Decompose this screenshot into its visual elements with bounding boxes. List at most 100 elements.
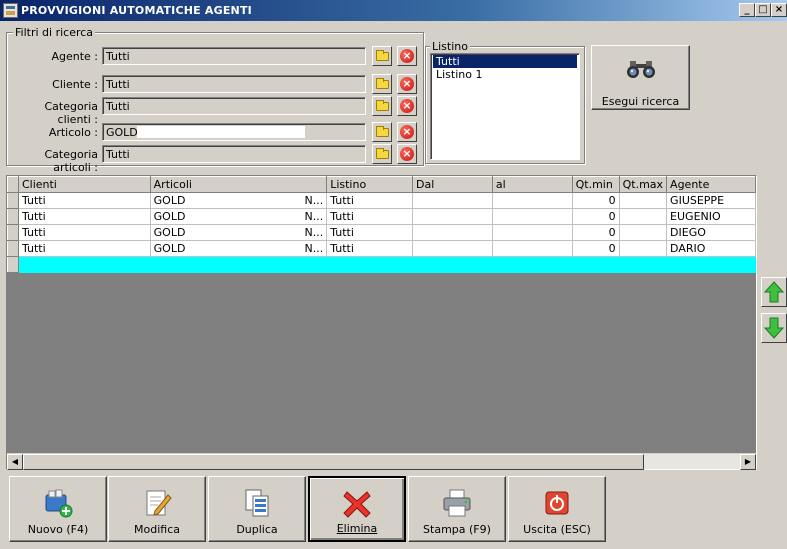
new-row-cell[interactable] xyxy=(326,256,414,273)
listino-listbox[interactable]: Tutti Listino 1 xyxy=(430,53,580,160)
table-row[interactable]: Tutti GOLD N... Tutti 0 GIUSEPPE xyxy=(7,192,756,209)
row-indicator[interactable] xyxy=(7,256,19,273)
move-up-button[interactable] xyxy=(761,277,787,307)
horizontal-scrollbar[interactable]: ◀ ▶ xyxy=(7,453,756,470)
cell-dal[interactable] xyxy=(412,224,493,241)
cell-qt-max[interactable] xyxy=(619,240,668,257)
cell-agente[interactable]: GIUSEPPE xyxy=(666,192,756,209)
column-header-al[interactable]: al xyxy=(491,176,573,193)
articolo-field[interactable]: GOLD xyxy=(102,123,366,141)
categoria-articoli-clear-button[interactable]: × xyxy=(397,144,417,164)
agente-browse-button[interactable] xyxy=(372,46,392,66)
clear-icon: × xyxy=(400,49,414,63)
stampa-button[interactable]: Stampa (F9) xyxy=(408,476,506,542)
table-row[interactable]: Tutti GOLD N... Tutti 0 EUGENIO xyxy=(7,208,756,225)
cell-agente[interactable]: DARIO xyxy=(666,240,756,257)
new-row-cell[interactable] xyxy=(150,256,328,273)
cell-qt-min[interactable]: 0 xyxy=(572,208,620,225)
new-row-cell[interactable] xyxy=(412,256,493,273)
cell-listino[interactable]: Tutti xyxy=(326,208,414,225)
cell-articoli-value: GOLD xyxy=(153,226,186,239)
new-row-cell[interactable] xyxy=(666,256,756,273)
row-indicator[interactable] xyxy=(7,208,19,225)
close-button[interactable]: × xyxy=(771,3,787,17)
modifica-button[interactable]: Modifica xyxy=(108,476,206,542)
cell-clienti[interactable]: Tutti xyxy=(18,224,151,241)
cell-al[interactable] xyxy=(492,192,573,209)
cell-agente[interactable]: DIEGO xyxy=(666,224,756,241)
cliente-browse-button[interactable] xyxy=(372,74,392,94)
cell-clienti[interactable]: Tutti xyxy=(18,208,151,225)
cell-dal[interactable] xyxy=(412,240,493,257)
elimina-button-label: Elimina xyxy=(336,522,378,535)
row-indicator[interactable] xyxy=(7,192,19,209)
cell-qt-min[interactable]: 0 xyxy=(572,224,620,241)
cell-dal[interactable] xyxy=(412,208,493,225)
duplica-button[interactable]: Duplica xyxy=(208,476,306,542)
cell-clienti[interactable]: Tutti xyxy=(18,240,151,257)
column-header-dal[interactable]: Dal xyxy=(412,176,493,193)
cell-agente[interactable]: EUGENIO xyxy=(666,208,756,225)
elimina-button[interactable]: Elimina xyxy=(308,476,406,542)
new-row-cell[interactable] xyxy=(492,256,573,273)
cell-qt-max[interactable] xyxy=(619,208,668,225)
cell-qt-max[interactable] xyxy=(619,192,668,209)
categoria-articoli-label: Categoria articoli : xyxy=(44,148,98,174)
scroll-thumb[interactable] xyxy=(23,454,644,470)
listino-option-tutti[interactable]: Tutti xyxy=(433,55,577,68)
maximize-button[interactable]: □ xyxy=(755,3,771,17)
agente-clear-button[interactable]: × xyxy=(397,46,417,66)
table-row[interactable]: Tutti GOLD N... Tutti 0 DARIO xyxy=(7,240,756,257)
cliente-clear-button[interactable]: × xyxy=(397,74,417,94)
agente-field[interactable]: Tutti xyxy=(102,47,366,65)
categoria-clienti-field[interactable]: Tutti xyxy=(102,97,366,115)
search-button[interactable]: Esegui ricerca xyxy=(591,45,690,110)
cliente-field[interactable]: Tutti xyxy=(102,75,366,93)
categoria-articoli-field[interactable]: Tutti xyxy=(102,145,366,163)
column-header-qt-min[interactable]: Qt.min xyxy=(571,176,620,193)
agente-value: Tutti xyxy=(106,50,130,63)
cell-listino[interactable]: Tutti xyxy=(326,240,414,257)
cell-qt-min[interactable]: 0 xyxy=(572,240,620,257)
minimize-button[interactable]: _ xyxy=(739,3,755,17)
cell-articoli[interactable]: GOLD N... xyxy=(150,208,328,225)
cell-articoli[interactable]: GOLD N... xyxy=(150,224,328,241)
row-indicator[interactable] xyxy=(7,240,19,257)
column-header-agente[interactable]: Agente xyxy=(666,176,756,193)
new-row-cell[interactable] xyxy=(18,256,151,273)
column-header-qt-max[interactable]: Qt.max xyxy=(618,176,668,193)
uscita-button[interactable]: Uscita (ESC) xyxy=(508,476,606,542)
row-indicator[interactable] xyxy=(7,224,19,241)
new-row-cell[interactable] xyxy=(572,256,620,273)
search-button-label: Esegui ricerca xyxy=(601,95,680,108)
column-header-clienti[interactable]: Clienti xyxy=(17,176,151,193)
power-icon xyxy=(545,491,569,515)
cell-listino[interactable]: Tutti xyxy=(326,192,414,209)
cell-al[interactable] xyxy=(492,224,573,241)
column-header-listino[interactable]: Listino xyxy=(326,176,414,193)
categoria-clienti-clear-button[interactable]: × xyxy=(397,96,417,116)
cell-al[interactable] xyxy=(492,240,573,257)
cell-qt-max[interactable] xyxy=(619,224,668,241)
articolo-highlight xyxy=(137,126,305,138)
scroll-left-button[interactable]: ◀ xyxy=(7,454,23,470)
categoria-articoli-browse-button[interactable] xyxy=(372,144,392,164)
cell-al[interactable] xyxy=(492,208,573,225)
cell-qt-min[interactable]: 0 xyxy=(572,192,620,209)
column-header-articoli[interactable]: Articoli xyxy=(149,176,328,193)
scroll-right-button[interactable]: ▶ xyxy=(740,454,756,470)
cell-dal[interactable] xyxy=(412,192,493,209)
cell-clienti[interactable]: Tutti xyxy=(18,192,151,209)
move-down-button[interactable] xyxy=(761,313,787,343)
articolo-browse-button[interactable] xyxy=(372,122,392,142)
listino-option-listino-1[interactable]: Listino 1 xyxy=(433,68,577,81)
cell-listino[interactable]: Tutti xyxy=(326,224,414,241)
cell-articoli[interactable]: GOLD N... xyxy=(150,192,328,209)
categoria-clienti-browse-button[interactable] xyxy=(372,96,392,116)
new-row-cell[interactable] xyxy=(619,256,668,273)
articolo-clear-button[interactable]: × xyxy=(397,122,417,142)
new-row[interactable] xyxy=(7,256,756,273)
cell-articoli[interactable]: GOLD N... xyxy=(150,240,328,257)
table-row[interactable]: Tutti GOLD N... Tutti 0 DIEGO xyxy=(7,224,756,241)
nuovo-button[interactable]: Nuovo (F4) xyxy=(9,476,107,542)
